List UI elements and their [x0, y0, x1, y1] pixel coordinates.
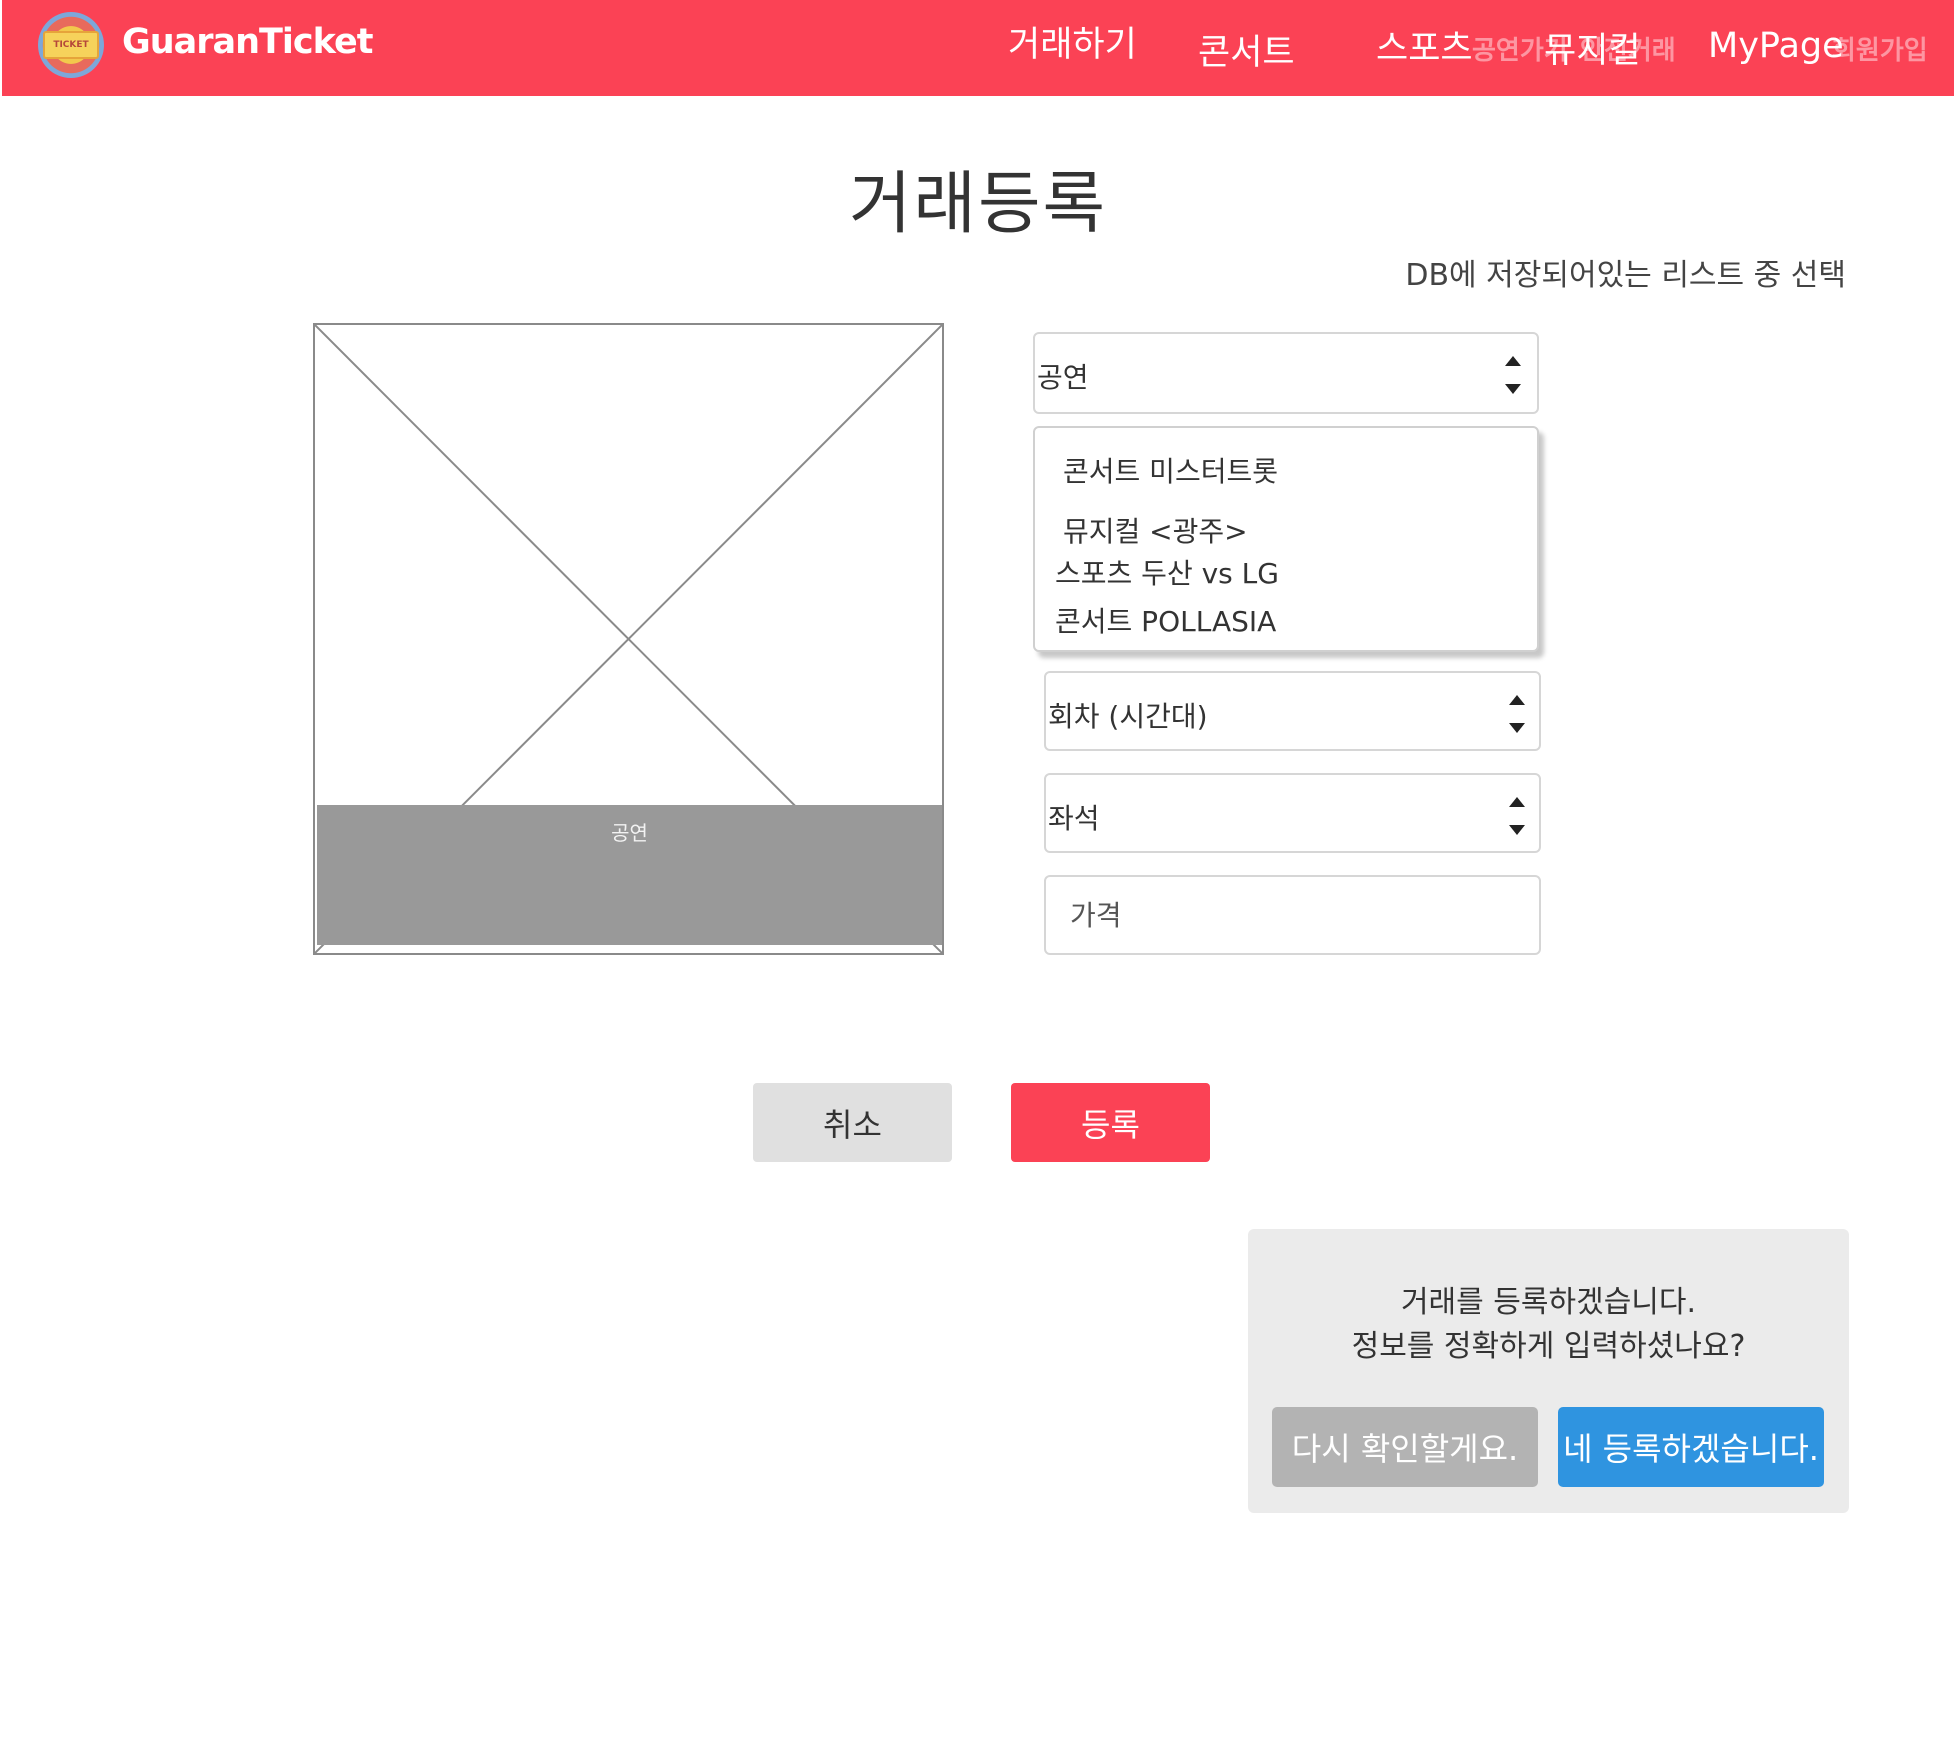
- page-title: 거래등록: [848, 165, 1108, 244]
- dropdown-option[interactable]: 콘서트 미스터트롯: [1063, 450, 1278, 490]
- updown-arrow-icon: [1507, 695, 1527, 733]
- nav-item-trade[interactable]: 거래하기: [1008, 16, 1137, 67]
- session-select-value: 회차 (시간대): [1048, 700, 1208, 733]
- dropdown-option[interactable]: 뮤지컬 <광주>: [1063, 510, 1248, 550]
- nav-item-mypage[interactable]: MyPage: [1708, 26, 1844, 66]
- nav-item-concert[interactable]: 콘서트: [1198, 24, 1295, 75]
- price-field: [1044, 875, 1541, 955]
- brand-name[interactable]: GuaranTicket: [122, 22, 373, 62]
- performance-image-placeholder: 공연: [313, 323, 944, 955]
- cancel-button[interactable]: 취소: [753, 1083, 952, 1162]
- seat-select[interactable]: 좌석: [1044, 773, 1541, 853]
- dropdown-option[interactable]: 콘서트 POLLASIA: [1055, 600, 1276, 640]
- session-select[interactable]: 회차 (시간대): [1044, 671, 1541, 751]
- confirm-register-button[interactable]: 네 등록하겠습니다.: [1558, 1407, 1824, 1487]
- top-nav-bar: TICKET GuaranTicket 공연가기 안전거래 회원가입 거래하기 …: [2, 0, 1954, 96]
- performance-select-value: 공연: [1037, 361, 1089, 394]
- dialog-message-line2: 정보를 정확하게 입력하셨나요?: [1351, 1329, 1746, 1364]
- db-list-note: DB에 저장되어있는 리스트 중 선택: [1405, 258, 1846, 293]
- nav-item-sports[interactable]: 스포츠: [1376, 20, 1473, 71]
- register-button[interactable]: 등록: [1011, 1083, 1210, 1162]
- updown-arrow-icon: [1507, 797, 1527, 835]
- performance-select[interactable]: 공연: [1033, 332, 1539, 414]
- updown-arrow-icon: [1503, 356, 1523, 394]
- dialog-message-line1: 거래를 등록하겠습니다.: [1400, 1285, 1697, 1320]
- image-caption-band: 공연: [317, 805, 942, 945]
- logo-ticket-text: TICKET: [43, 31, 99, 59]
- seat-select-value: 좌석: [1048, 802, 1100, 835]
- nav-item-signup-faint[interactable]: 회원가입: [1832, 30, 1928, 67]
- performance-dropdown-list: 콘서트 미스터트롯 뮤지컬 <광주> 스포츠 두산 vs LG 콘서트 POLL…: [1033, 426, 1539, 652]
- confirm-dialog: 거래를 등록하겠습니다. 정보를 정확하게 입력하셨나요? 다시 확인할게요. …: [1248, 1229, 1849, 1513]
- recheck-button[interactable]: 다시 확인할게요.: [1272, 1407, 1538, 1487]
- ticket-logo-icon[interactable]: TICKET: [38, 12, 104, 78]
- dropdown-option[interactable]: 스포츠 두산 vs LG: [1055, 552, 1279, 592]
- nav-item-musical[interactable]: 뮤지컬: [1544, 22, 1641, 73]
- price-input[interactable]: [1070, 895, 1510, 935]
- image-caption: 공연: [611, 821, 648, 845]
